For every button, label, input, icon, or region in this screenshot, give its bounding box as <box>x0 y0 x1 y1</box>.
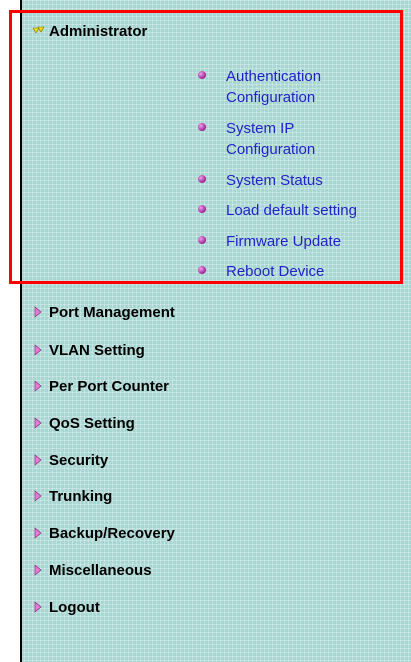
panel-left-border <box>20 0 22 662</box>
menu-qos-setting[interactable]: QoS Setting <box>32 413 135 433</box>
menu-security[interactable]: Security <box>32 450 108 470</box>
submenu-system-status[interactable]: System Status <box>198 170 323 191</box>
bullet-icon <box>198 123 206 131</box>
collapsed-arrow-icon <box>32 380 45 392</box>
menu-backup-recovery[interactable]: Backup/Recovery <box>32 523 175 543</box>
menu-label: Miscellaneous <box>49 561 152 579</box>
bullet-icon <box>198 175 206 183</box>
menu-label: QoS Setting <box>49 414 135 432</box>
bullet-icon <box>198 71 206 79</box>
menu-per-port-counter[interactable]: Per Port Counter <box>32 376 169 396</box>
menu-label: Security <box>49 451 109 469</box>
collapsed-arrow-icon <box>32 490 45 502</box>
menu-label: Per Port Counter <box>49 377 170 395</box>
bullet-icon <box>198 236 206 244</box>
menu-administrator[interactable]: Administrator <box>32 21 147 41</box>
submenu-authentication-configuration[interactable]: Authentication Configuration <box>198 66 321 108</box>
menu-logout[interactable]: Logout <box>32 597 100 617</box>
menu-miscellaneous[interactable]: Miscellaneous <box>32 560 152 580</box>
collapsed-arrow-icon <box>32 601 45 613</box>
menu-vlan-setting[interactable]: VLAN Setting <box>32 340 145 360</box>
collapsed-arrow-icon <box>32 417 45 429</box>
submenu-system-ip-configuration[interactable]: System IP Configuration <box>198 118 315 160</box>
submenu-firmware-update[interactable]: Firmware Update <box>198 231 341 252</box>
submenu-load-default-setting[interactable]: Load default setting <box>198 200 357 221</box>
submenu-label: Reboot Device <box>226 263 325 280</box>
menu-label: Port Management <box>49 303 175 321</box>
submenu-reboot-device[interactable]: Reboot Device <box>198 261 324 282</box>
submenu-label: System Status <box>226 172 323 189</box>
menu-label: Backup/Recovery <box>49 524 175 542</box>
submenu-label-line1: Authentication <box>226 68 322 85</box>
collapsed-arrow-icon <box>32 564 45 576</box>
menu-label: Logout <box>49 598 100 616</box>
expanded-arrow-icon <box>32 25 45 37</box>
submenu-label-line1: System IP <box>226 120 295 137</box>
submenu-label: Firmware Update <box>226 233 342 250</box>
submenu-label: Load default setting <box>226 202 357 219</box>
submenu-label-line2: Configuration <box>226 141 316 158</box>
bullet-icon <box>198 266 206 274</box>
menu-label: VLAN Setting <box>49 341 145 359</box>
collapsed-arrow-icon <box>32 344 45 356</box>
collapsed-arrow-icon <box>32 454 45 466</box>
menu-administrator-label: Administrator <box>49 22 148 40</box>
menu-label: Trunking <box>49 487 113 505</box>
collapsed-arrow-icon <box>32 527 45 539</box>
collapsed-arrow-icon <box>32 306 45 318</box>
menu-trunking[interactable]: Trunking <box>32 486 112 506</box>
bullet-icon <box>198 205 206 213</box>
menu-port-management[interactable]: Port Management <box>32 302 175 322</box>
submenu-label-line2: Configuration <box>226 89 316 106</box>
